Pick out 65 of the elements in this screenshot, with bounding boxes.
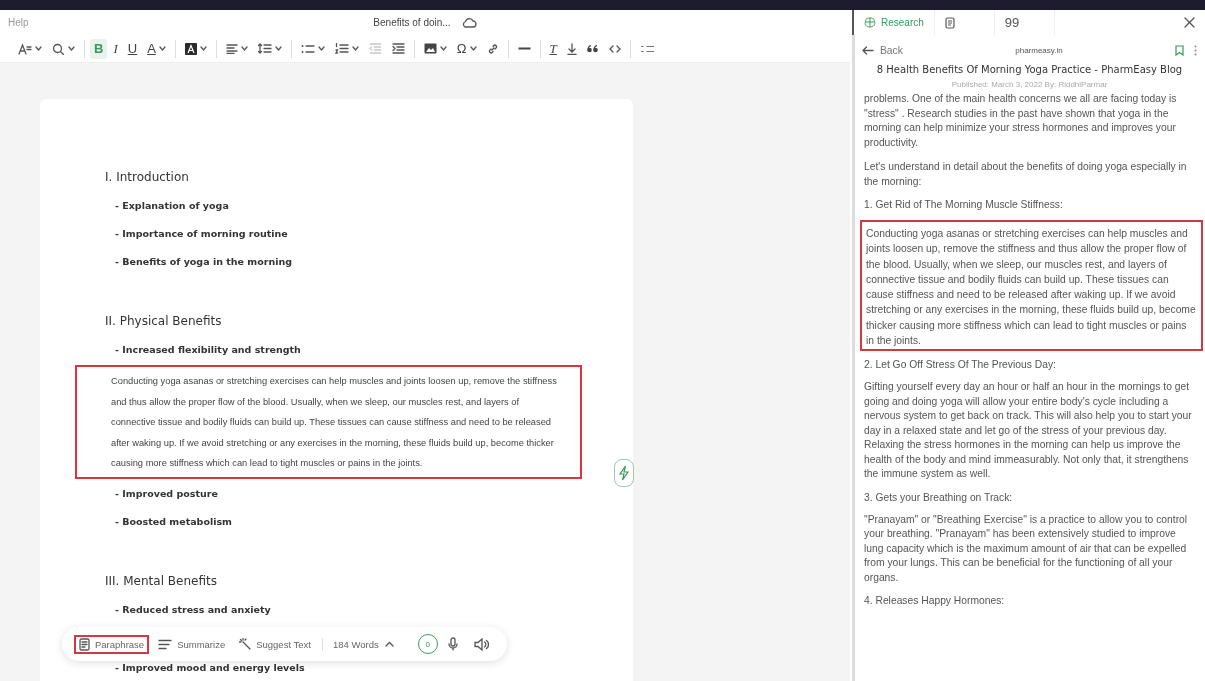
line-height-icon (257, 43, 272, 54)
article-subheading: 2. Let Go Off Stress Of The Previous Day: (863, 359, 1057, 371)
bullet-list-icon (300, 43, 315, 54)
notes-icon (944, 16, 955, 29)
outline-item: - Increased flexibility and strength (115, 343, 302, 357)
article-subheading: 3. Gets your Breathing on Track: (863, 491, 1014, 503)
quote-icon (586, 44, 599, 53)
close-icon[interactable] (1184, 17, 1195, 28)
indent-icon (391, 43, 405, 54)
publish-info: Published: March 3, 2022 By: RiddhiParmar (950, 80, 1109, 89)
horizontal-rule-icon (517, 47, 531, 50)
article-paragraph: Let's understand in detail about the benefits of doing yoga especially in the morning: (863, 160, 1188, 189)
document-title: Benefits of doin... (373, 17, 451, 28)
code-icon (608, 44, 621, 53)
ai-assist-button[interactable] (614, 459, 634, 487)
download-icon (566, 42, 577, 55)
article-subheading: 4. Releases Happy Hormones: (863, 595, 1006, 607)
lines-icon (158, 638, 173, 650)
outline-item: - Explanation of yoga (115, 199, 230, 213)
word-count-button[interactable]: 184 Words (321, 637, 400, 651)
microphone-icon (447, 637, 458, 651)
more-icon[interactable] (1194, 45, 1197, 56)
search-icon (52, 42, 65, 55)
outline-item: - Reduced stress and anxiety (115, 602, 272, 617)
article-subheading: 1. Get Rid of The Morning Muscle Stiffness: (863, 199, 1064, 210)
article-paragraph: Conducting yoga asanas or stretching exercises can help muscles and joints loosen up, remove the stiffness and thus allow the proper flow of the blood. Usually, when we sleep, our muscles rest, and layers of connective tissue and bodily fluids can build up. These tissues can cause stiffness and need to be released after waking up. If we avoid stretching or any exercises in the morning, these fluids build up, become thicker causing more stiffness which can lead to tight muscles or pains in the joints. (860, 220, 1203, 352)
list-icon (639, 44, 655, 53)
article-paragraph: Gifting yourself every day an hour or half an hour in the mornings to get going and doing yoga will allow your entire body's cycle including a nervous system to get back on track. This will also help you to start your day in a relaxed state and let go of the stress of your previous day. Relaxing the stress hormones in the morning can help us improve the health of the body and mind immeasurably. Not only that, it strengthens the immune system as well. (863, 380, 1193, 482)
back-button[interactable]: Back (862, 45, 903, 56)
font-size-icon (18, 42, 32, 55)
clear-format-button[interactable]: T (545, 38, 561, 59)
outline-item: - Importance of morning routine (115, 227, 289, 241)
link-icon (486, 42, 499, 55)
highlight-icon (184, 42, 197, 55)
underline-button[interactable]: U (123, 38, 142, 59)
suggest-button[interactable]: Suggest Text (234, 635, 316, 653)
body-paragraph: Conducting yoga asanas or stretching exercises can help muscles and joints loosen up, remove the stiffness and thus allow the proper flow of the blood. Usually, when we sleep, our muscles rest, and layers of connective tissue and bodily fluids can build up. These tissues can cause stiffness and need to be released after waking up. If we avoid stretching or any exercises in the morning, these fluids build up, become thicker causing more stiffness which can lead to tight muscles or pains in the joints. (75, 365, 582, 479)
summarize-button[interactable]: Summarize (153, 635, 231, 653)
image-icon (423, 43, 437, 54)
numbered-list-icon (334, 43, 349, 54)
document-icon (79, 637, 90, 651)
section-heading: III. Mental Benefits (105, 572, 218, 589)
section-heading: II. Physical Benefits (105, 313, 223, 329)
arrow-left-icon (862, 46, 874, 55)
article-paragraph: problems. One of the main health concerns we all are facing today is "stress" . Research studies in the past have shown that yoga in the morning can help minimize your stress hormones and improves your productivity. (863, 92, 1178, 150)
site-domain: pharmeasy.in (1014, 46, 1064, 55)
outline-item: - Benefits of yoga in the morning (115, 255, 293, 269)
chevron-up-icon (384, 641, 394, 647)
magic-wand-icon (239, 638, 252, 650)
cloud-icon (460, 17, 477, 28)
outdent-icon (368, 43, 382, 54)
align-icon (225, 43, 238, 54)
speaker-icon (473, 637, 489, 651)
paraphrase-button[interactable]: Paraphrase (74, 634, 150, 654)
section-heading: I. Introduction (105, 169, 190, 185)
outline-item: - Boosted metabolism (115, 514, 233, 529)
italic-button[interactable]: I (109, 38, 122, 59)
outline-item: - Improved posture (115, 486, 219, 501)
outline-item: - Improved mood and energy levels (115, 661, 306, 674)
special-character-button[interactable]: Ω (452, 38, 481, 59)
article-paragraph: "Pranayam" or "Breathing Exercise" is a practice to allow you to control your breathing. "Pranayam" has been extensively studied to improve lung capacity which is the maximum amount of air that can be expelled from your lungs. This can be beneficial for the functioning of all your organs. (863, 512, 1189, 585)
bookmark-icon[interactable] (1175, 45, 1184, 56)
article-title: 8 Health Benefits Of Morning Yoga Practice - PharmEasy Blog (875, 64, 1184, 75)
font-color-button[interactable]: A (143, 38, 170, 59)
lightning-icon (618, 465, 630, 481)
